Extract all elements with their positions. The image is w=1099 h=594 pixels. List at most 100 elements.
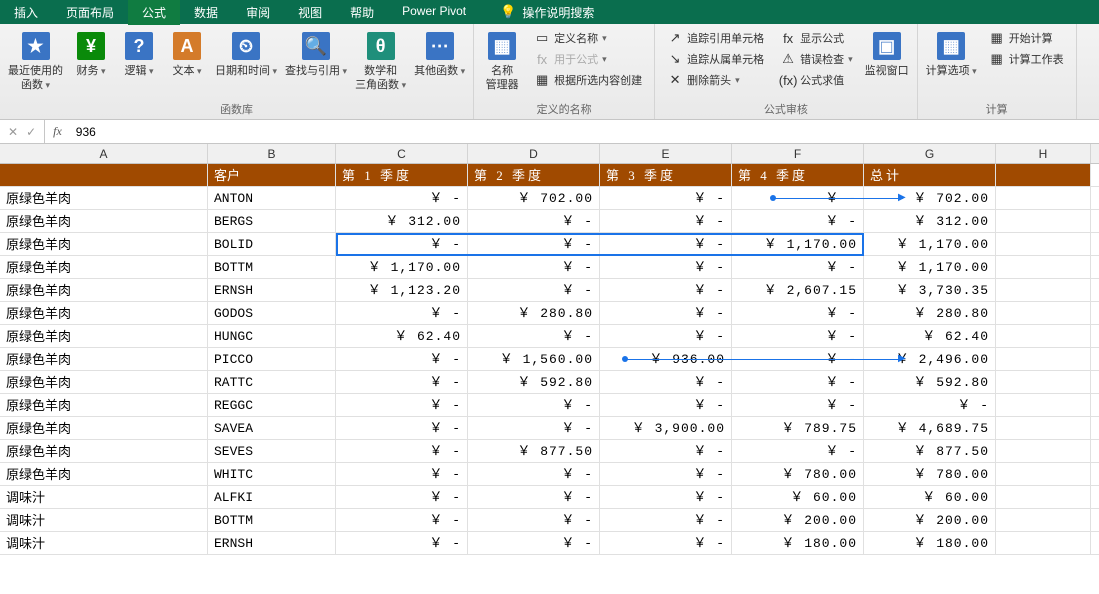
cell[interactable]: ￥ 780.00: [732, 463, 864, 485]
header-cell[interactable]: 第 3 季度: [600, 164, 732, 186]
cell[interactable]: ERNSH: [208, 279, 336, 301]
recent-func-button[interactable]: ★最近使用的函数: [6, 28, 65, 94]
cell[interactable]: [996, 187, 1091, 209]
remove-arrows-button[interactable]: ✕删除箭头: [661, 70, 770, 90]
cell[interactable]: ￥ -: [336, 463, 468, 485]
cell[interactable]: ￥ -: [468, 325, 600, 347]
cell[interactable]: ￥ 180.00: [732, 532, 864, 554]
cell[interactable]: 原绿色羊肉: [0, 187, 208, 209]
col-header-F[interactable]: F: [732, 144, 864, 163]
cell[interactable]: ￥ 200.00: [732, 509, 864, 531]
cell[interactable]: ￥ -: [600, 371, 732, 393]
cell[interactable]: ￥ 936.00: [600, 348, 732, 370]
table-row[interactable]: 原绿色羊肉BERGS￥ 312.00￥ -￥ -￥ -￥ 312.00: [0, 210, 1099, 233]
table-row[interactable]: 原绿色羊肉PICCO￥ -￥ 1,560.00￥ 936.00￥ -￥ 2,49…: [0, 348, 1099, 371]
cell[interactable]: ￥ -: [600, 210, 732, 232]
cell[interactable]: ￥ -: [600, 509, 732, 531]
table-row[interactable]: 原绿色羊肉SEVES￥ -￥ 877.50￥ -￥ -￥ 877.50: [0, 440, 1099, 463]
watch-window-button[interactable]: ▣监视窗口: [863, 28, 911, 80]
cell[interactable]: SEVES: [208, 440, 336, 462]
cell[interactable]: ALFKI: [208, 486, 336, 508]
cell[interactable]: [996, 256, 1091, 278]
cell[interactable]: ￥ 1,170.00: [864, 256, 996, 278]
trace-dependents-button[interactable]: ↘追踪从属单元格: [661, 49, 770, 69]
create-from-sel-button[interactable]: ▦根据所选内容创建: [528, 70, 648, 90]
math-button[interactable]: θ数学和三角函数: [353, 28, 408, 94]
cell[interactable]: ￥ 1,170.00: [336, 256, 468, 278]
table-row[interactable]: 原绿色羊肉HUNGC￥ 62.40￥ -￥ -￥ -￥ 62.40: [0, 325, 1099, 348]
table-row[interactable]: 原绿色羊肉ANTON￥ -￥ 702.00￥ -￥ -￥ 702.00: [0, 187, 1099, 210]
cell[interactable]: [996, 417, 1091, 439]
cell[interactable]: ERNSH: [208, 532, 336, 554]
cell[interactable]: ￥ -: [468, 394, 600, 416]
cell[interactable]: ￥ 312.00: [336, 210, 468, 232]
cell[interactable]: ￥ 1,123.20: [336, 279, 468, 301]
error-check-button[interactable]: ⚠错误检查: [774, 49, 859, 69]
col-header-G[interactable]: G: [864, 144, 996, 163]
cell[interactable]: ￥ -: [732, 210, 864, 232]
show-formulas-button[interactable]: fx显示公式: [774, 28, 859, 48]
cell[interactable]: ￥ -: [732, 371, 864, 393]
cell[interactable]: ￥ 780.00: [864, 463, 996, 485]
cell[interactable]: ￥ -: [336, 371, 468, 393]
text-button[interactable]: A文本: [165, 28, 209, 80]
cell[interactable]: [996, 210, 1091, 232]
define-name-button[interactable]: ▭定义名称: [528, 28, 648, 48]
header-cell[interactable]: 第 2 季度: [468, 164, 600, 186]
col-header-D[interactable]: D: [468, 144, 600, 163]
cell[interactable]: ￥ 62.40: [336, 325, 468, 347]
cell[interactable]: ￥ 4,689.75: [864, 417, 996, 439]
cell[interactable]: [996, 348, 1091, 370]
cell[interactable]: ￥ -: [600, 532, 732, 554]
cell[interactable]: ￥ -: [468, 532, 600, 554]
cell[interactable]: ￥ 280.80: [864, 302, 996, 324]
cell[interactable]: 原绿色羊肉: [0, 256, 208, 278]
cell[interactable]: ￥ -: [336, 348, 468, 370]
table-row[interactable]: 原绿色羊肉ERNSH￥ 1,123.20￥ -￥ -￥ 2,607.15￥ 3,…: [0, 279, 1099, 302]
accept-formula-icon[interactable]: ✓: [26, 125, 36, 139]
fx-icon[interactable]: fx: [45, 124, 70, 139]
cell[interactable]: 调味汁: [0, 532, 208, 554]
column-headers[interactable]: ABCDEFGH: [0, 144, 1099, 164]
cell[interactable]: BOLID: [208, 233, 336, 255]
cell[interactable]: ￥ 2,496.00: [864, 348, 996, 370]
cell[interactable]: ￥ 877.50: [864, 440, 996, 462]
header-cell[interactable]: 客户: [208, 164, 336, 186]
evaluate-button[interactable]: (fx)公式求值: [774, 70, 859, 90]
cell[interactable]: BOTTM: [208, 256, 336, 278]
cell[interactable]: ￥ -: [468, 463, 600, 485]
cell[interactable]: ￥ -: [600, 486, 732, 508]
table-row[interactable]: 原绿色羊肉SAVEA￥ -￥ -￥ 3,900.00￥ 789.75￥ 4,68…: [0, 417, 1099, 440]
cell[interactable]: ￥ -: [600, 302, 732, 324]
logical-button[interactable]: ?逻辑: [117, 28, 161, 80]
tab-插入[interactable]: 插入: [0, 0, 52, 25]
cell[interactable]: ￥ -: [600, 440, 732, 462]
cell[interactable]: GODOS: [208, 302, 336, 324]
trace-precedents-button[interactable]: ↗追踪引用单元格: [661, 28, 770, 48]
cell[interactable]: ￥ 60.00: [864, 486, 996, 508]
cell[interactable]: ￥ -: [864, 394, 996, 416]
table-row[interactable]: 原绿色羊肉WHITC￥ -￥ -￥ -￥ 780.00￥ 780.00: [0, 463, 1099, 486]
col-header-B[interactable]: B: [208, 144, 336, 163]
cell[interactable]: ￥ -: [336, 532, 468, 554]
cell[interactable]: ￥ -: [336, 233, 468, 255]
cell[interactable]: ￥ -: [732, 394, 864, 416]
cell[interactable]: ￥ -: [732, 440, 864, 462]
cell[interactable]: ￥ -: [600, 256, 732, 278]
tell-me-search[interactable]: 💡 操作说明搜索: [500, 4, 594, 21]
cell[interactable]: BOTTM: [208, 509, 336, 531]
cell[interactable]: ￥ 592.80: [864, 371, 996, 393]
tab-公式[interactable]: 公式: [128, 0, 180, 25]
cell[interactable]: ￥ -: [336, 394, 468, 416]
cell[interactable]: [996, 440, 1091, 462]
cell[interactable]: SAVEA: [208, 417, 336, 439]
cell[interactable]: 原绿色羊肉: [0, 463, 208, 485]
cell[interactable]: [996, 302, 1091, 324]
cell[interactable]: 原绿色羊肉: [0, 210, 208, 232]
table-row[interactable]: 调味汁BOTTM￥ -￥ -￥ -￥ 200.00￥ 200.00: [0, 509, 1099, 532]
table-row[interactable]: 调味汁ALFKI￥ -￥ -￥ -￥ 60.00￥ 60.00: [0, 486, 1099, 509]
cell[interactable]: [996, 394, 1091, 416]
cell[interactable]: BERGS: [208, 210, 336, 232]
cell[interactable]: ￥ -: [468, 486, 600, 508]
tab-数据[interactable]: 数据: [180, 0, 232, 25]
